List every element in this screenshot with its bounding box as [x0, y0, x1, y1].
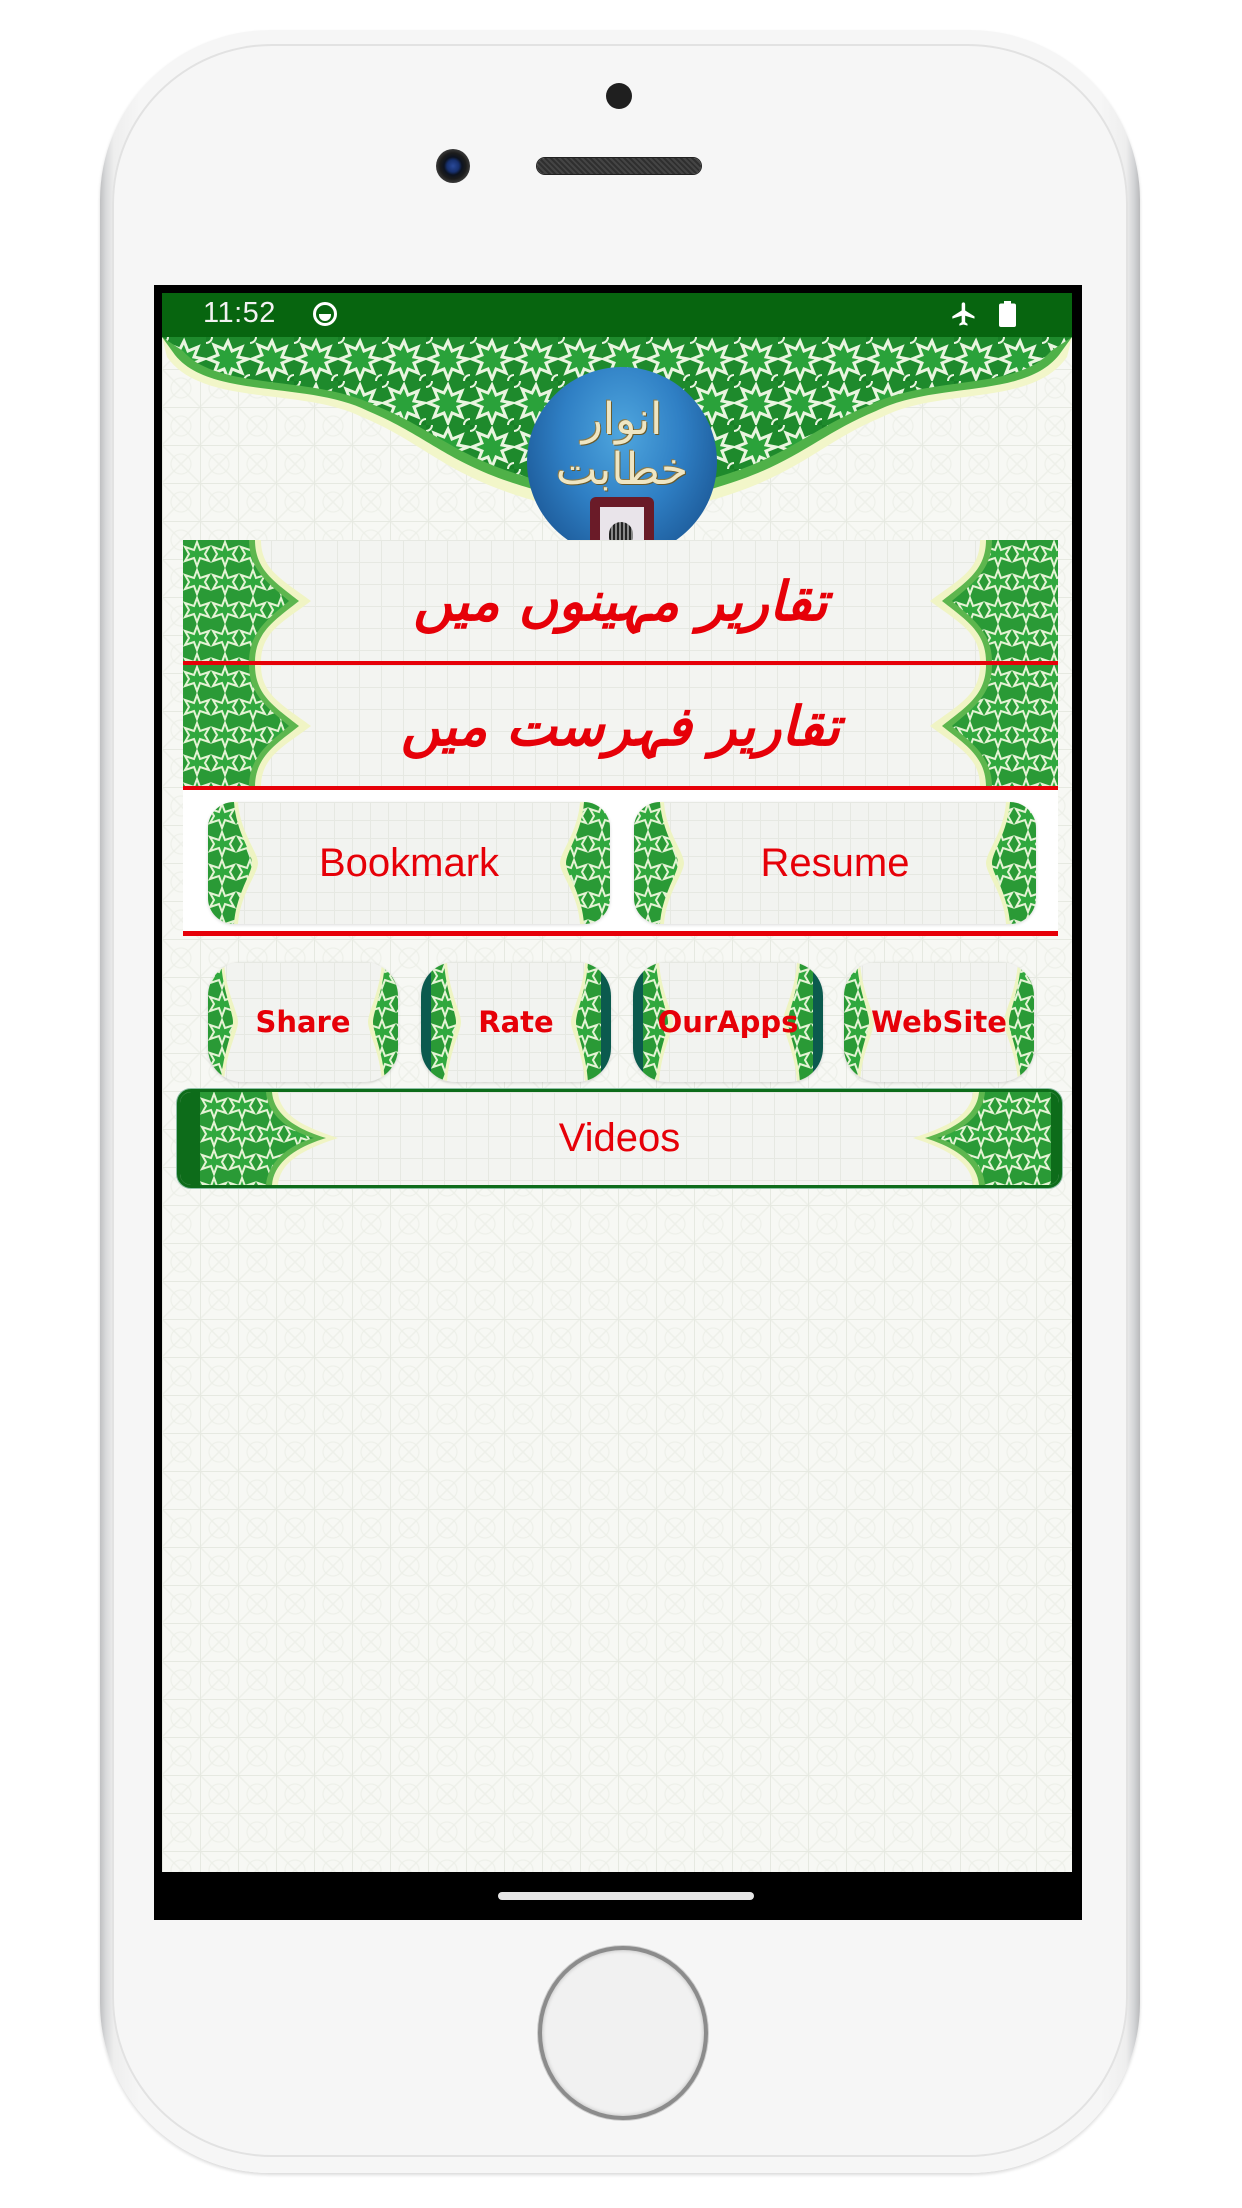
ornament-right-icon [571, 962, 601, 1082]
battery-full-icon [999, 301, 1016, 327]
ornament-left-icon [844, 962, 874, 1082]
videos-label: Videos [558, 1116, 681, 1160]
airplane-mode-icon [952, 302, 975, 326]
ornament-right-icon [560, 802, 610, 924]
ornament-left-icon [634, 802, 684, 924]
our-apps-button[interactable]: OurApps [633, 962, 823, 1082]
front-camera [436, 149, 470, 183]
border-band [180, 1092, 202, 1185]
our-apps-label: OurApps [657, 1005, 799, 1039]
ornament-left-icon [200, 1092, 338, 1185]
ornament-right-icon [1004, 962, 1034, 1082]
website-label: WebSite [871, 1005, 1007, 1039]
ornament-left-icon [208, 962, 238, 1082]
ornament-right-icon [913, 1092, 1051, 1185]
ornament-right-icon [368, 962, 398, 1082]
rate-label: Rate [478, 1005, 554, 1039]
primary-actions-panel: Bookmark Resume [183, 790, 1058, 936]
logo-title: انوار خطابت [555, 394, 689, 495]
resume-label: Resume [760, 840, 910, 885]
menu-item-lectures-by-list[interactable]: تقاریر فہرست میں [183, 665, 1058, 790]
menu-item-label: تقاریر فہرست میں [400, 694, 841, 758]
share-button[interactable]: Share [208, 962, 398, 1082]
microphone-icon [609, 522, 633, 542]
status-bar: 11:52 [162, 293, 1072, 337]
bookmark-label: Bookmark [318, 840, 500, 885]
share-label: Share [255, 1005, 351, 1039]
earpiece-speaker [537, 158, 701, 174]
website-button[interactable]: WebSite [844, 962, 1034, 1082]
app-screen: 11:52 انوار خطابت تقاریر مہینوں میں تقار… [162, 293, 1072, 1872]
proximity-sensor [606, 83, 632, 109]
menu-item-label: تقاریر مہینوں میں [413, 569, 828, 633]
bookmark-button[interactable]: Bookmark [208, 802, 610, 924]
ornament-right-icon [986, 802, 1036, 924]
rate-button[interactable]: Rate [421, 962, 611, 1082]
home-button[interactable] [542, 1950, 704, 2116]
videos-button[interactable]: Videos [177, 1089, 1062, 1188]
status-time: 11:52 [203, 297, 276, 329]
menu-item-lectures-by-month[interactable]: تقاریر مہینوں میں [183, 540, 1058, 665]
app-logo: انوار خطابت [527, 367, 717, 557]
ornament-left-icon [208, 802, 258, 924]
ornament-left-icon [431, 962, 461, 1082]
home-indicator[interactable] [498, 1892, 754, 1900]
divider [183, 931, 1058, 936]
face-mask-icon [313, 302, 337, 326]
resume-button[interactable]: Resume [634, 802, 1036, 924]
